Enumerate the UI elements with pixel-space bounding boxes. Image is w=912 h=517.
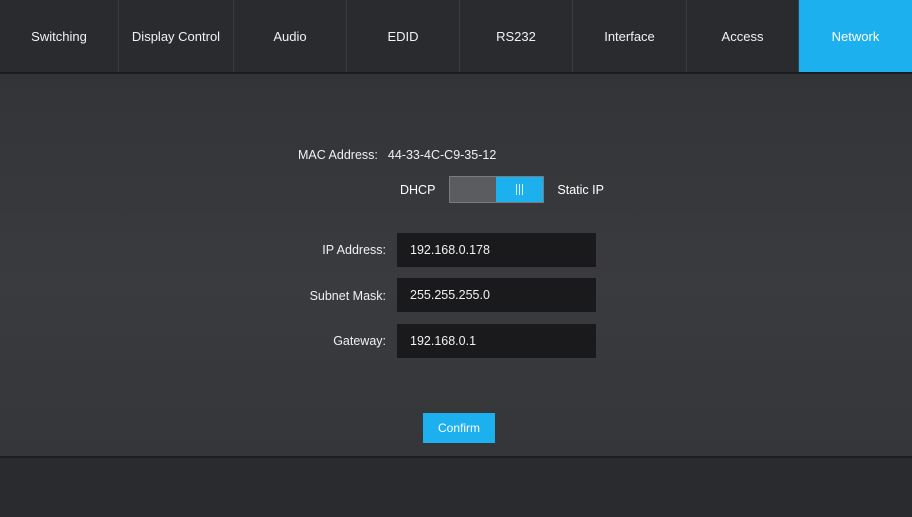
subnet-mask-label: Subnet Mask:	[309, 289, 386, 303]
grip-lines-icon	[516, 184, 524, 195]
footer-bar	[0, 456, 912, 517]
gateway-label: Gateway:	[333, 334, 386, 348]
ip-mode-toggle[interactable]	[449, 176, 545, 203]
tab-display-control[interactable]: Display Control	[119, 0, 234, 72]
tab-rs232[interactable]: RS232	[460, 0, 573, 72]
ip-address-input[interactable]	[397, 233, 596, 267]
mac-address-row: MAC Address: 44-33-4C-C9-35-12	[298, 148, 496, 162]
tab-interface[interactable]: Interface	[573, 0, 687, 72]
dhcp-label: DHCP	[400, 182, 436, 197]
tab-edid[interactable]: EDID	[347, 0, 460, 72]
tab-switching[interactable]: Switching	[0, 0, 119, 72]
ip-address-label: IP Address:	[322, 243, 386, 257]
mac-address-value: 44-33-4C-C9-35-12	[387, 148, 497, 162]
static-ip-label: Static IP	[557, 182, 604, 197]
confirm-button[interactable]: Confirm	[423, 413, 495, 443]
toggle-knob[interactable]	[496, 177, 544, 202]
subnet-mask-input[interactable]	[397, 278, 596, 312]
tab-audio[interactable]: Audio	[234, 0, 347, 72]
mac-address-label: MAC Address:	[298, 148, 378, 162]
tab-bar: Switching Display Control Audio EDID RS2…	[0, 0, 912, 74]
ip-mode-switch-row: DHCP Static IP	[400, 175, 604, 204]
network-settings-page: Switching Display Control Audio EDID RS2…	[0, 0, 912, 517]
tab-network[interactable]: Network	[799, 0, 912, 72]
gateway-input[interactable]	[397, 324, 596, 358]
tab-access[interactable]: Access	[687, 0, 799, 72]
